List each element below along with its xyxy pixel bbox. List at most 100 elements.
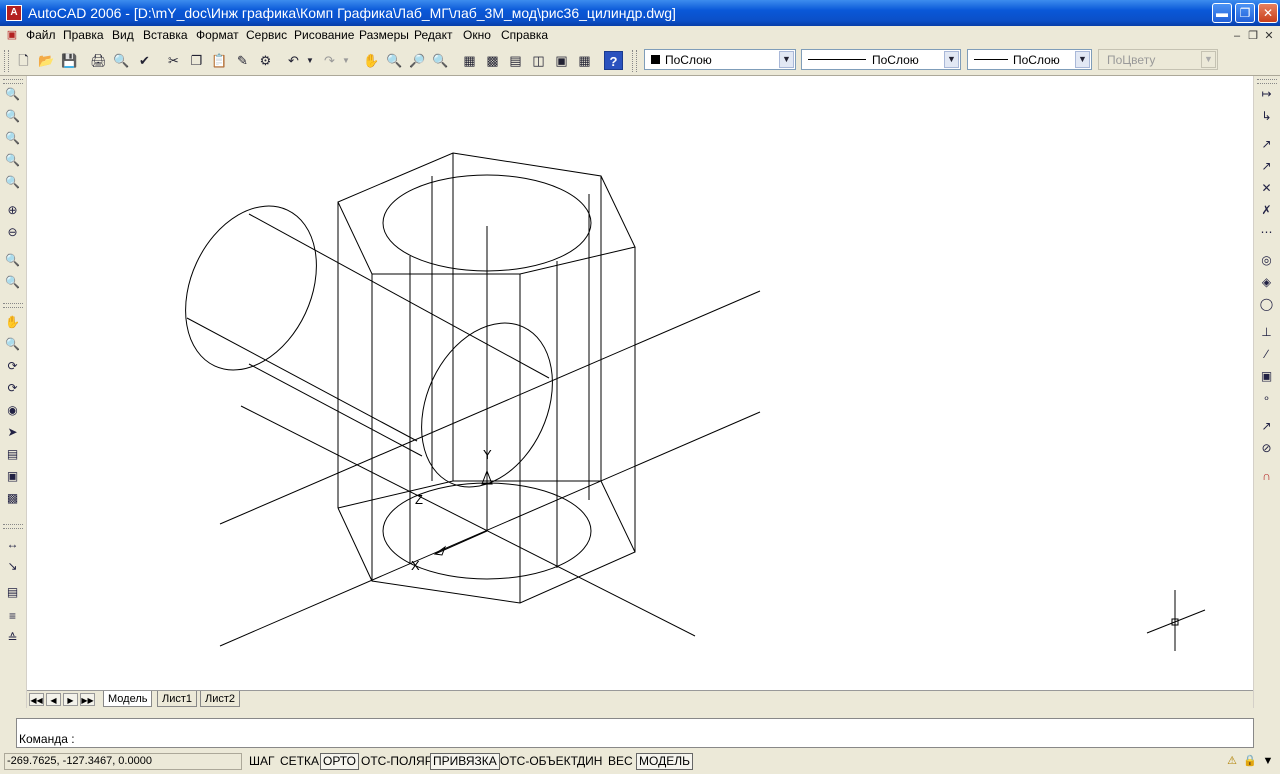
menu-dimension[interactable]: Размеры — [359, 28, 409, 42]
menu-format[interactable]: Формат — [196, 28, 239, 42]
snap-insert-icon[interactable]: ▣ — [1257, 367, 1276, 386]
pan-realtime-button[interactable]: ✋ — [362, 51, 381, 70]
match-properties-button[interactable]: ✎ — [233, 51, 252, 70]
camera-icon[interactable]: ◉ — [3, 401, 22, 420]
osnap-settings-icon[interactable]: ∩ — [1257, 467, 1276, 486]
lineweight-select[interactable]: ПоСлою ▼ — [967, 49, 1092, 70]
toolbar-grip[interactable] — [3, 524, 23, 529]
osnap-toggle[interactable]: ПРИВЯЗКА — [430, 753, 500, 770]
snap-node-icon[interactable]: ∘ — [1257, 389, 1276, 408]
polar-toggle[interactable]: ОТС-ПОЛЯР — [358, 753, 436, 770]
tab-model[interactable]: Модель — [103, 691, 153, 707]
status-menu-icon[interactable]: ▼ — [1260, 753, 1276, 769]
menu-window[interactable]: Окно — [463, 28, 491, 42]
undo-button[interactable]: ↶ — [284, 51, 303, 70]
zoom-previous-button[interactable]: 🔍 — [431, 51, 450, 70]
save-button[interactable]: 💾 — [60, 51, 79, 70]
chevron-down-icon[interactable]: ▼ — [1075, 51, 1090, 68]
zoom-out-icon[interactable]: ⊖ — [3, 223, 22, 242]
snap-apparent-intersection-icon[interactable]: ✗ — [1257, 201, 1276, 220]
toolbar-grip[interactable] — [4, 50, 9, 72]
last-tab-button[interactable]: ▶▶ — [80, 693, 95, 706]
menu-draw[interactable]: Рисование — [294, 28, 354, 42]
doc-close-button[interactable]: ✕ — [1262, 29, 1276, 43]
grid-toggle[interactable]: СЕТКА — [277, 753, 322, 770]
model-toggle[interactable]: МОДЕЛЬ — [636, 753, 693, 770]
quickcalc-button[interactable]: ▦ — [575, 51, 594, 70]
snap-parallel-icon[interactable]: ∕ — [1257, 345, 1276, 364]
baseline-dimension-icon[interactable]: ≡ — [3, 607, 22, 626]
minimize-button[interactable]: ▬ — [1212, 3, 1232, 23]
snap-midpoint-icon[interactable]: ↗ — [1257, 157, 1276, 176]
zoom-scale-icon[interactable]: 🔍 — [3, 129, 22, 148]
temp-track-point-icon[interactable]: ↦ — [1257, 85, 1276, 104]
lwt-toggle[interactable]: ВЕС — [605, 753, 636, 770]
ortho-toggle[interactable]: ОРТО — [320, 753, 359, 770]
menu-edit[interactable]: Правка — [63, 28, 104, 42]
restore-button[interactable]: ❐ — [1235, 3, 1255, 23]
zoom-realtime-icon[interactable]: 🔍 — [3, 335, 22, 354]
snap-from-icon[interactable]: ↳ — [1257, 107, 1276, 126]
paste-button[interactable]: 📋 — [210, 51, 229, 70]
toolbar-grip[interactable] — [1257, 79, 1277, 84]
pan-icon[interactable]: ✋ — [3, 313, 22, 332]
linear-dimension-icon[interactable]: ↔ — [3, 535, 22, 554]
publish-button[interactable]: ✔ — [135, 51, 154, 70]
toolbar-grip-properties[interactable] — [632, 50, 637, 72]
new-file-button[interactable]: 🗋 — [14, 51, 33, 70]
document-icon[interactable]: ▣ — [4, 26, 20, 44]
copy-button[interactable]: ❐ — [187, 51, 206, 70]
orbit-icon[interactable]: ⟳ — [3, 357, 22, 376]
menu-view[interactable]: Вид — [112, 28, 134, 42]
redo-dropdown-button[interactable]: ▼ — [340, 51, 352, 70]
plot-preview-button[interactable]: 🔍 — [112, 51, 131, 70]
menu-modify[interactable]: Редакт — [414, 28, 452, 42]
linetype-select[interactable]: ПоСлою ▼ — [801, 49, 961, 70]
chevron-down-icon[interactable]: ▼ — [779, 51, 794, 68]
snap-none-icon[interactable]: ⊘ — [1257, 439, 1276, 458]
properties-button[interactable]: ▦ — [460, 51, 479, 70]
redo-button[interactable]: ↷ — [320, 51, 339, 70]
zoom-in-icon[interactable]: ⊕ — [3, 201, 22, 220]
prev-tab-button[interactable]: ◀ — [46, 693, 61, 706]
tab-layout2[interactable]: Лист2 — [200, 691, 241, 707]
menu-insert[interactable]: Вставка — [143, 28, 188, 42]
snap-perpendicular-icon[interactable]: ⊥ — [1257, 323, 1276, 342]
markup-button[interactable]: ▣ — [552, 51, 571, 70]
aligned-dimension-icon[interactable]: ↘ — [3, 557, 22, 576]
drawing-canvas[interactable]: Y Z X — [27, 76, 1253, 690]
first-tab-button[interactable]: ◀◀ — [29, 693, 44, 706]
design-center-button[interactable]: ▩ — [483, 51, 502, 70]
doc-minimize-button[interactable]: – — [1230, 29, 1244, 43]
block-editor-button[interactable]: ⚙ — [256, 51, 275, 70]
menu-file[interactable]: Файл — [26, 28, 56, 42]
area-icon[interactable]: ▣ — [3, 467, 22, 486]
tool-palettes-button[interactable]: ▤ — [506, 51, 525, 70]
zoom-window-button[interactable]: 🔎 — [408, 51, 427, 70]
next-tab-button[interactable]: ▶ — [63, 693, 78, 706]
color-select[interactable]: ПоСлою ▼ — [644, 49, 796, 70]
zoom-all-icon[interactable]: 🔍 — [3, 251, 22, 270]
coordinate-display[interactable]: -269.7625, -127.3467, 0.0000 — [4, 753, 242, 770]
tab-layout1[interactable]: Лист1 — [157, 691, 198, 707]
chevron-down-icon[interactable]: ▼ — [944, 51, 959, 68]
zoom-window-icon[interactable]: 🔍 — [3, 85, 22, 104]
snap-extension-icon[interactable]: ⋯ — [1257, 223, 1276, 242]
toolbar-grip[interactable] — [3, 303, 23, 308]
snap-tangent-icon[interactable]: ◯ — [1257, 295, 1276, 314]
snap-toggle[interactable]: ШАГ — [246, 753, 278, 770]
close-button[interactable]: ✕ — [1258, 3, 1278, 23]
command-line[interactable]: Команда : — [16, 718, 1254, 748]
zoom-extents-icon[interactable]: 🔍 — [3, 273, 22, 292]
region-mass-icon[interactable]: ▩ — [3, 489, 22, 508]
walk-icon[interactable]: ➤ — [3, 423, 22, 442]
ordinate-dimension-icon[interactable]: ▤ — [3, 583, 22, 602]
snap-center-icon[interactable]: ◎ — [1257, 251, 1276, 270]
dyn-toggle[interactable]: ДИН — [574, 753, 605, 770]
continue-dimension-icon[interactable]: ≙ — [3, 629, 22, 648]
menu-help[interactable]: Справка — [501, 28, 548, 42]
doc-restore-button[interactable]: ❐ — [1246, 29, 1260, 43]
plot-button[interactable]: 🖨 — [89, 51, 108, 70]
zoom-object-icon[interactable]: 🔍 — [3, 173, 22, 192]
open-file-button[interactable]: 📂 — [37, 51, 56, 70]
